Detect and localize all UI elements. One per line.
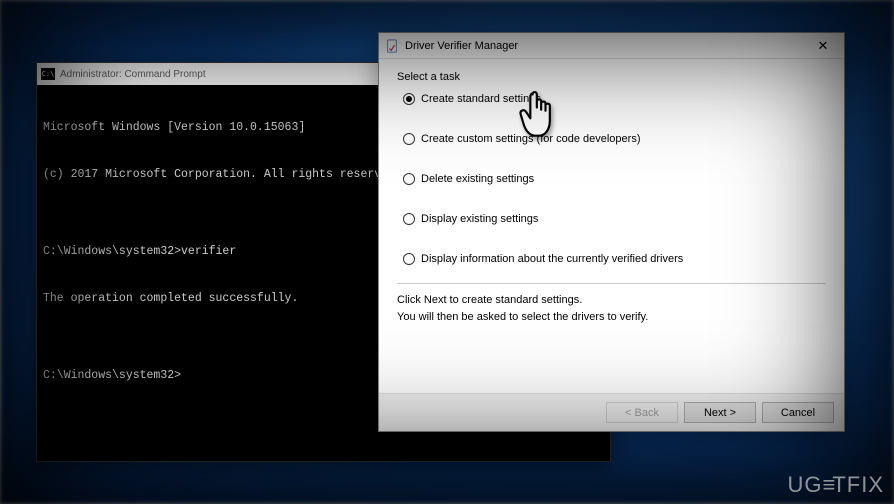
- next-button[interactable]: Next >: [684, 402, 756, 423]
- option-display-existing[interactable]: Display existing settings: [403, 213, 826, 225]
- radio-group: Create standard settings Create custom s…: [397, 93, 826, 265]
- option-create-standard[interactable]: Create standard settings: [403, 93, 826, 105]
- option-display-info[interactable]: Display information about the currently …: [403, 253, 826, 265]
- task-label: Select a task: [397, 71, 826, 83]
- close-button[interactable]: ✕: [808, 38, 838, 54]
- radio-icon[interactable]: [403, 93, 415, 105]
- dialog-title: Driver Verifier Manager: [405, 40, 808, 52]
- verifier-icon: [385, 39, 399, 53]
- driver-verifier-dialog: Driver Verifier Manager ✕ Select a task …: [378, 32, 845, 432]
- option-create-custom[interactable]: Create custom settings (for code develop…: [403, 133, 826, 145]
- button-bar: < Back Next > Cancel: [379, 393, 844, 431]
- divider: [397, 283, 826, 284]
- dialog-titlebar[interactable]: Driver Verifier Manager ✕: [379, 33, 844, 59]
- radio-icon[interactable]: [403, 253, 415, 265]
- hint-text-1: Click Next to create standard settings.: [397, 294, 826, 306]
- option-label: Delete existing settings: [421, 173, 534, 185]
- back-button: < Back: [606, 402, 678, 423]
- option-label: Create custom settings (for code develop…: [421, 133, 641, 145]
- watermark: UG≡TFIX: [787, 472, 884, 498]
- option-label: Display information about the currently …: [421, 253, 683, 265]
- radio-icon[interactable]: [403, 173, 415, 185]
- hint-text-2: You will then be asked to select the dri…: [397, 311, 826, 323]
- command-prompt-title: Administrator: Command Prompt: [60, 69, 206, 80]
- dialog-body: Select a task Create standard settings C…: [379, 59, 844, 334]
- command-prompt-icon: C:\: [41, 68, 55, 80]
- radio-icon[interactable]: [403, 133, 415, 145]
- option-delete-existing[interactable]: Delete existing settings: [403, 173, 826, 185]
- option-label: Display existing settings: [421, 213, 538, 225]
- option-label: Create standard settings: [421, 93, 541, 105]
- cancel-button[interactable]: Cancel: [762, 402, 834, 423]
- radio-icon[interactable]: [403, 213, 415, 225]
